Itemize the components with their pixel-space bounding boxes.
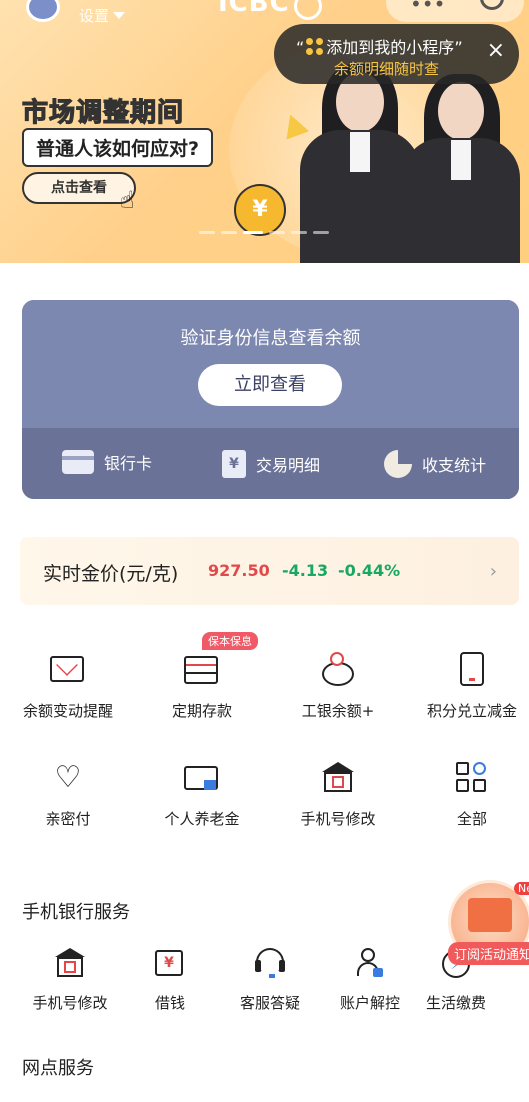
carousel-indicator bbox=[199, 231, 329, 234]
income-expense-stats-action[interactable]: 收支统计 bbox=[384, 450, 486, 478]
settings-label: 设置 bbox=[79, 7, 110, 25]
guaranteed-badge: 保本保息 bbox=[202, 632, 258, 650]
add-miniprogram-tooltip[interactable]: “ 添加到我的小程序” 余额明细随时查 × bbox=[274, 24, 519, 84]
carousel-dot[interactable] bbox=[291, 231, 307, 234]
chevron-right-icon: › bbox=[489, 561, 497, 582]
carousel-dot[interactable] bbox=[313, 231, 329, 234]
grid-item-label: 定期存款 bbox=[171, 702, 232, 720]
close-icon[interactable]: × bbox=[487, 40, 505, 62]
service-customer-support[interactable]: 客服答疑 bbox=[220, 946, 320, 1013]
bank-card-icon bbox=[62, 450, 94, 474]
gold-price-label: 实时金价(元/克) bbox=[43, 563, 179, 585]
branch-services-card bbox=[20, 1094, 519, 1102]
grid-item-label: 余额变动提醒 bbox=[22, 702, 113, 720]
service-loan[interactable]: ¥ 借钱 bbox=[120, 946, 220, 1013]
promo-banner[interactable]: ¥ 设置 ICBC ••• “ 添加到我的小程序” 余额明细随时查 × 市场调整期… bbox=[0, 0, 529, 263]
balance-card: 验证身份信息查看余额 立即查看 银行卡 ¥ 交易明细 收支统计 bbox=[22, 300, 519, 499]
grid-item-pension[interactable]: 个人养老金 bbox=[136, 760, 268, 829]
grid-item-label: 全部 bbox=[456, 810, 487, 828]
user-avatar[interactable] bbox=[26, 0, 60, 22]
service-label: 生活缴费 bbox=[425, 994, 486, 1012]
view-balance-button[interactable]: 立即查看 bbox=[198, 364, 342, 406]
tooltip-quote-open: “ bbox=[296, 38, 305, 57]
service-label: 账户解控 bbox=[339, 994, 400, 1012]
banner-headline: 市场调整期间 bbox=[21, 97, 185, 128]
banner-subheadline: 普通人该如何应对? bbox=[22, 128, 214, 167]
grid-item-label: 手机号修改 bbox=[300, 810, 376, 828]
carousel-dot[interactable] bbox=[199, 231, 215, 234]
gold-price-bar[interactable]: 实时金价(元/克) 927.50 -4.13 -0.44% › bbox=[20, 537, 519, 605]
service-account-unlock[interactable]: 账户解控 bbox=[320, 946, 420, 1013]
subscribe-promo-float[interactable]: New 订阅活动通知 bbox=[448, 880, 529, 970]
tooltip-line1: “ 添加到我的小程序” bbox=[296, 34, 463, 58]
service-label: 手机号修改 bbox=[32, 994, 108, 1012]
balance-card-title: 验证身份信息查看余额 bbox=[180, 328, 361, 349]
person-right-face bbox=[438, 82, 484, 140]
pointer-hand-icon: ☝ bbox=[120, 186, 135, 214]
transaction-detail-action[interactable]: ¥ 交易明细 bbox=[222, 450, 320, 478]
grid-item-label: 亲密付 bbox=[45, 810, 91, 828]
tooltip-quote-close: ” bbox=[454, 38, 463, 57]
carousel-dot[interactable] bbox=[221, 231, 237, 234]
money-bag-icon: ¥ bbox=[234, 184, 286, 236]
miniprogram-icon bbox=[306, 38, 324, 56]
miniprogram-capsule[interactable]: ••• bbox=[386, 0, 524, 22]
user-lock-icon bbox=[353, 946, 387, 980]
tooltip-line2: 余额明细随时查 bbox=[334, 60, 440, 78]
bank-building-icon bbox=[320, 760, 356, 796]
mobile-services-title: 手机银行服务 bbox=[22, 902, 130, 923]
close-miniprogram-icon[interactable] bbox=[480, 0, 504, 10]
carousel-dot-active[interactable] bbox=[243, 231, 263, 234]
gold-price-value: 927.50 bbox=[208, 561, 270, 580]
grid-item-all[interactable]: 全部 bbox=[406, 760, 529, 829]
person-right-shirt bbox=[451, 140, 471, 180]
gold-price-change-pct: -0.44% bbox=[338, 561, 401, 580]
gold-price-change: -4.13 bbox=[282, 561, 329, 580]
branch-services-title: 网点服务 bbox=[22, 1058, 94, 1079]
banner-cta-button[interactable]: 点击查看 bbox=[22, 172, 136, 204]
settings-menu[interactable]: 设置 bbox=[79, 5, 126, 26]
grid-item-balance-alert[interactable]: 余额变动提醒 bbox=[2, 652, 134, 721]
service-phone-change[interactable]: 手机号修改 bbox=[20, 946, 120, 1013]
new-tag: New bbox=[514, 882, 529, 895]
envelope-icon bbox=[50, 652, 86, 688]
all-apps-icon bbox=[454, 760, 490, 796]
piggy-bank-icon bbox=[320, 652, 356, 688]
grid-item-phone-change[interactable]: 手机号修改 bbox=[272, 760, 404, 829]
pension-card-icon bbox=[184, 760, 220, 796]
phone-icon bbox=[454, 652, 490, 688]
grid-item-icbc-balance-plus[interactable]: 工银余额+ bbox=[272, 652, 404, 721]
loan-icon: ¥ bbox=[153, 946, 187, 980]
abacus-icon bbox=[184, 652, 220, 688]
transaction-detail-label: 交易明细 bbox=[256, 456, 321, 475]
grid-item-label: 工银余额+ bbox=[301, 702, 375, 720]
bank-building-icon bbox=[53, 946, 87, 980]
service-label: 借钱 bbox=[154, 994, 185, 1012]
heart-yuan-icon: ♡ bbox=[54, 760, 82, 795]
more-dots-icon[interactable]: ••• bbox=[410, 0, 445, 16]
grid-item-family-pay[interactable]: ♡ 亲密付 bbox=[2, 760, 134, 829]
headset-icon bbox=[253, 946, 287, 980]
anniversary-badge-icon bbox=[294, 0, 322, 20]
grid-item-label: 积分兑立减金 bbox=[426, 702, 517, 720]
grid-item-label: 个人养老金 bbox=[164, 810, 240, 828]
income-expense-stats-label: 收支统计 bbox=[422, 456, 487, 475]
subscribe-promo-label: 订阅活动通知 bbox=[448, 942, 529, 965]
bank-card-action[interactable]: 银行卡 bbox=[62, 450, 152, 474]
tooltip-text: 添加到我的小程序 bbox=[326, 38, 455, 57]
chevron-down-icon bbox=[113, 12, 126, 19]
envelope-icon bbox=[468, 898, 512, 932]
transaction-detail-icon: ¥ bbox=[222, 450, 246, 478]
carousel-dot[interactable] bbox=[269, 231, 285, 234]
pie-chart-icon bbox=[384, 450, 412, 478]
bank-card-label: 银行卡 bbox=[104, 454, 153, 473]
grid-item-fixed-deposit[interactable]: 定期存款 bbox=[136, 652, 268, 721]
service-label: 客服答疑 bbox=[239, 994, 300, 1012]
brand-logo: ICBC bbox=[218, 0, 290, 18]
person-left-shirt bbox=[350, 132, 370, 172]
grid-item-points-redeem[interactable]: 积分兑立减金 bbox=[406, 652, 529, 721]
